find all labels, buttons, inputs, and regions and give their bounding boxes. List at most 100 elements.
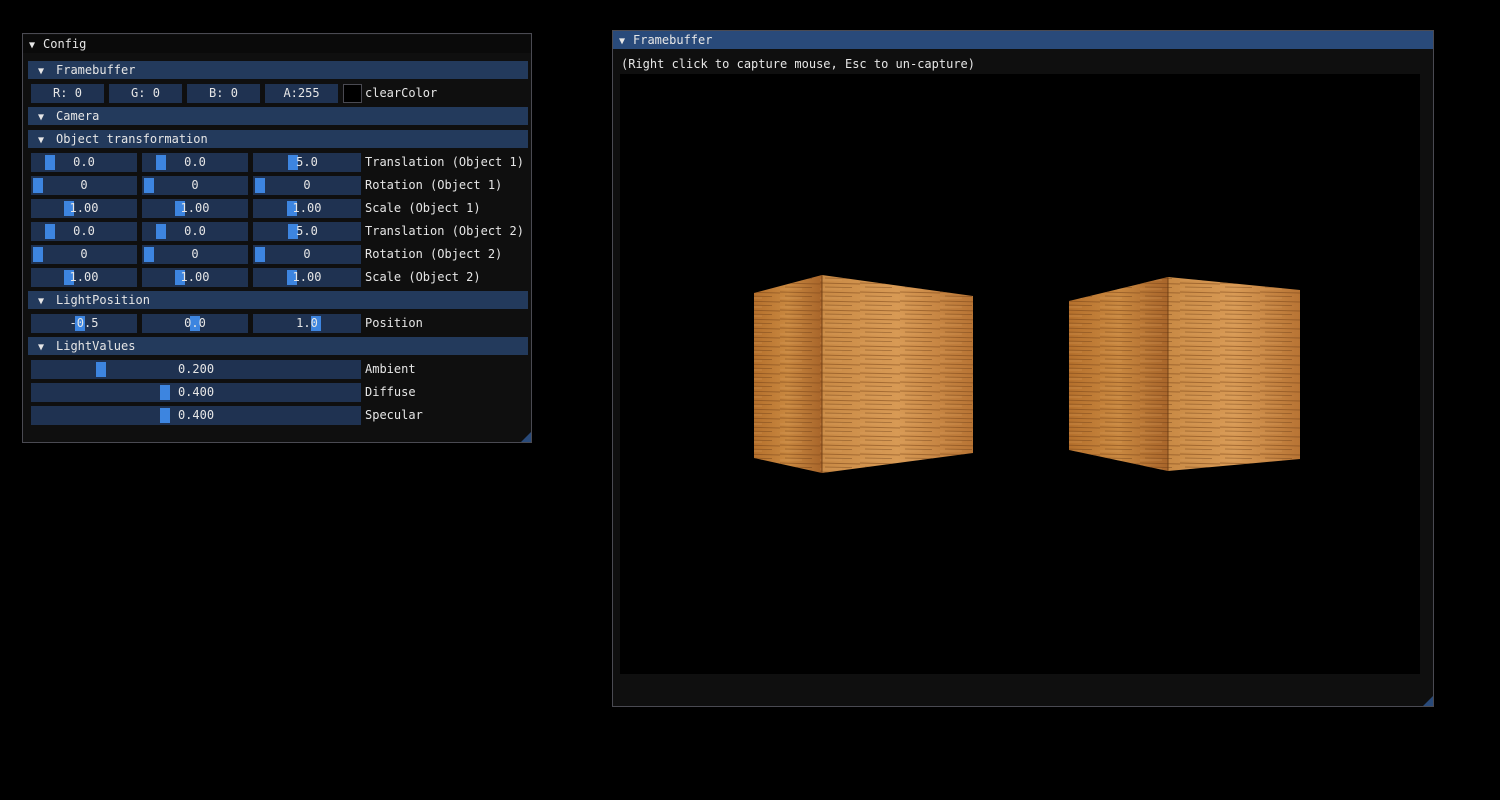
resize-grip-icon[interactable] [1423,696,1433,706]
slider-value: 5.0 [296,224,318,238]
rotation-obj1-label: Rotation (Object 1) [365,178,503,192]
clear-color-g-field[interactable]: G: 0 [109,84,182,103]
slider-value: 1.00 [292,270,322,284]
clear-color-label: clearColor [365,86,438,100]
collapse-arrow-icon[interactable]: ▼ [38,339,56,357]
rotation-obj2-y-slider[interactable]: 0 [142,245,248,264]
scale-obj1-z-slider[interactable]: 1.00 [253,199,361,218]
config-title: Config [43,37,87,51]
translation-obj1-label: Translation (Object 1) [365,155,524,169]
section-light-values[interactable]: ▼ LightValues [28,337,528,355]
framebuffer-title: Framebuffer [633,33,713,47]
rotation-obj1-y-slider[interactable]: 0 [142,176,248,195]
clear-color-swatch[interactable] [343,84,362,103]
clear-color-b-field[interactable]: B: 0 [187,84,260,103]
rotation-obj2-x-slider[interactable]: 0 [31,245,137,264]
resize-grip-icon[interactable] [521,432,531,442]
slider-grab[interactable] [96,362,106,377]
section-object-transformation[interactable]: ▼ Object transformation [28,130,528,148]
slider-value: 1.00 [69,270,99,284]
slider-grab[interactable] [144,247,154,262]
translation-obj2-x-slider[interactable]: 0.0 [31,222,137,241]
slider-grab[interactable] [255,247,265,262]
slider-value: 0.400 [177,385,215,399]
ambient-slider[interactable]: 0.200 [31,360,361,379]
translation-obj2-y-slider[interactable]: 0.0 [142,222,248,241]
slider-value: 0 [80,178,88,192]
config-titlebar[interactable]: ▼ Config [23,35,531,53]
rotation-obj1-z-slider[interactable]: 0 [253,176,361,195]
slider-grab[interactable] [160,408,170,423]
collapse-arrow-icon[interactable]: ▼ [38,109,56,127]
config-window[interactable]: ▼ Config ▼ Framebuffer R: 0 G: 0 B: 0 A:25… [22,33,532,443]
slider-grab[interactable] [156,155,166,170]
light-position-y-slider[interactable]: 0.0 [142,314,248,333]
framebuffer-window[interactable]: ▼ Framebuffer (Right click to capture mou… [612,30,1434,707]
slider-grab[interactable] [156,224,166,239]
slider-value: 1.00 [180,270,210,284]
slider-value: 1.00 [69,201,99,215]
light-position-z-slider[interactable]: 1.0 [253,314,361,333]
collapse-arrow-icon[interactable]: ▼ [38,132,56,150]
translation-obj2-label: Translation (Object 2) [365,224,524,238]
slider-value: 1.00 [292,201,322,215]
diffuse-slider[interactable]: 0.400 [31,383,361,402]
slider-value: 0.400 [177,408,215,422]
clear-color-a-field[interactable]: A:255 [265,84,338,103]
section-camera[interactable]: ▼ Camera [28,107,528,125]
slider-grab[interactable] [255,178,265,193]
translation-obj1-y-slider[interactable]: 0.0 [142,153,248,172]
slider-grab[interactable] [144,178,154,193]
slider-value: 0.0 [184,224,206,238]
section-framebuffer[interactable]: ▼ Framebuffer [28,61,528,79]
light-position-label: Position [365,316,423,330]
slider-grab[interactable] [33,178,43,193]
slider-value: 0.0 [73,224,95,238]
slider-grab[interactable] [45,155,55,170]
light-position-x-slider[interactable]: -0.5 [31,314,137,333]
slider-grab[interactable] [33,247,43,262]
translation-obj2-z-slider[interactable]: 5.0 [253,222,361,241]
translation-obj1-x-slider[interactable]: 0.0 [31,153,137,172]
section-light-position-label: LightPosition [56,293,150,307]
translation-obj1-z-slider[interactable]: 5.0 [253,153,361,172]
framebuffer-titlebar[interactable]: ▼ Framebuffer [613,31,1433,49]
clear-color-r-field[interactable]: R: 0 [31,84,104,103]
section-object-transformation-label: Object transformation [56,132,208,146]
rotation-obj1-x-slider[interactable]: 0 [31,176,137,195]
scale-obj1-x-slider[interactable]: 1.00 [31,199,137,218]
ambient-label: Ambient [365,362,416,376]
collapse-arrow-icon[interactable]: ▼ [619,33,633,51]
section-light-position[interactable]: ▼ LightPosition [28,291,528,309]
slider-value: 5.0 [296,155,318,169]
specular-slider[interactable]: 0.400 [31,406,361,425]
scale-obj2-z-slider[interactable]: 1.00 [253,268,361,287]
slider-grab[interactable] [45,224,55,239]
scale-obj2-y-slider[interactable]: 1.00 [142,268,248,287]
slider-value: 0 [303,247,311,261]
clear-color-g-value: G: 0 [131,86,160,100]
slider-grab[interactable] [160,385,170,400]
render-viewport[interactable] [620,74,1420,674]
slider-value: 0 [303,178,311,192]
slider-value: -0.5 [69,316,99,330]
slider-value: 0.0 [184,155,206,169]
collapse-arrow-icon[interactable]: ▼ [38,293,56,311]
rotation-obj2-label: Rotation (Object 2) [365,247,503,261]
scale-obj2-x-slider[interactable]: 1.00 [31,268,137,287]
diffuse-label: Diffuse [365,385,416,399]
slider-value: 1.00 [180,201,210,215]
slider-value: 0.200 [177,362,215,376]
rotation-obj2-z-slider[interactable]: 0 [253,245,361,264]
slider-value: 0 [80,247,88,261]
specular-label: Specular [365,408,423,422]
collapse-arrow-icon[interactable]: ▼ [38,63,56,81]
scale-obj1-label: Scale (Object 1) [365,201,481,215]
clear-color-r-value: R: 0 [53,86,82,100]
scale-obj1-y-slider[interactable]: 1.00 [142,199,248,218]
scene-render [754,275,1300,473]
collapse-arrow-icon[interactable]: ▼ [29,37,43,55]
scale-obj2-label: Scale (Object 2) [365,270,481,284]
section-framebuffer-label: Framebuffer [56,63,136,77]
slider-value: 0 [191,247,199,261]
